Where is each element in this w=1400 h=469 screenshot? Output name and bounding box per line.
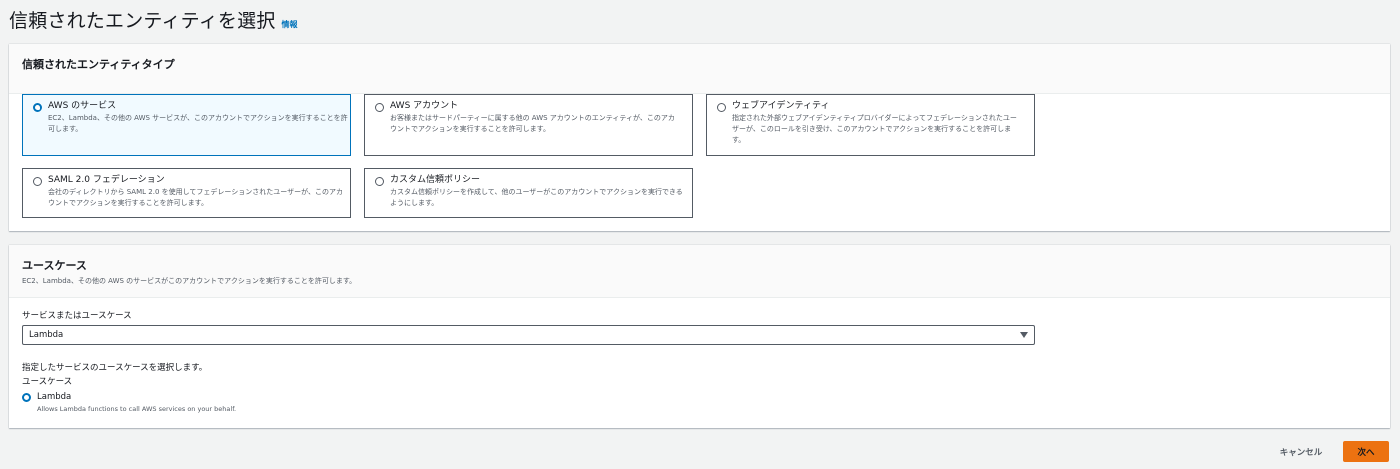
entity-type-heading: 信頼されたエンティティタイプ — [22, 58, 175, 71]
caret-down-icon — [1020, 332, 1028, 338]
tile-custom-trust-policy[interactable]: カスタム信頼ポリシー カスタム信頼ポリシーを作成して、他のユーザーがこのアカウン… — [364, 168, 693, 218]
trusted-entity-type-panel: 信頼されたエンティティタイプ AWS のサービス EC2、Lambda、その他の… — [9, 44, 1390, 231]
next-button[interactable]: 次へ — [1343, 441, 1389, 462]
tile-aws-service[interactable]: AWS のサービス EC2、Lambda、その他の AWS サービスが、このアカ… — [22, 94, 351, 156]
tile-title: SAML 2.0 フェデレーション — [48, 175, 165, 185]
page-title-row: 信頼されたエンティティを選択 情報 — [9, 6, 298, 32]
tile-desc: お客様またはサードパーティーに属する他の AWS アカウントのエンティティが、こ… — [390, 114, 675, 133]
cancel-button[interactable]: キャンセル — [1270, 442, 1332, 462]
info-link[interactable]: 情報 — [282, 19, 298, 30]
tile-desc: 指定された外部ウェブアイデンティティプロバイダーによってフェデレーションされたユ… — [732, 114, 1017, 144]
use-case-description: EC2、Lambda、その他の AWS のサービスがこのアカウントでアクションを… — [22, 277, 357, 285]
radio-aws-service[interactable] — [33, 103, 42, 112]
tile-title: AWS のサービス — [48, 101, 117, 111]
tile-web-identity[interactable]: ウェブアイデンティティ 指定された外部ウェブアイデンティティプロバイダーによって… — [706, 94, 1035, 156]
use-case-label: ユースケース — [22, 377, 73, 387]
tile-title: ウェブアイデンティティ — [732, 101, 830, 111]
tile-desc: 会社のディレクトリから SAML 2.0 を使用してフェデレーションされたユーザ… — [48, 188, 343, 207]
radio-aws-account[interactable] — [375, 103, 384, 112]
choose-use-case-label: 指定したサービスのユースケースを選択します。 — [22, 363, 208, 373]
tile-title: カスタム信頼ポリシー — [390, 175, 481, 185]
tile-desc: EC2、Lambda、その他の AWS サービスが、このアカウントでアクションを… — [48, 114, 348, 133]
service-label: サービスまたはユースケース — [22, 311, 132, 321]
page-title: 信頼されたエンティティを選択 — [9, 10, 276, 32]
radio-custom-trust-policy[interactable] — [375, 177, 384, 186]
use-case-header: ユースケース EC2、Lambda、その他の AWS のサービスがこのアカウント… — [9, 245, 1390, 298]
use-case-panel: ユースケース EC2、Lambda、その他の AWS のサービスがこのアカウント… — [9, 245, 1390, 428]
lambda-option-label: Lambda — [37, 392, 72, 402]
service-select[interactable]: Lambda — [22, 325, 1035, 345]
radio-lambda[interactable] — [22, 393, 31, 402]
radio-saml-federation[interactable] — [33, 177, 42, 186]
tile-saml-federation[interactable]: SAML 2.0 フェデレーション 会社のディレクトリから SAML 2.0 を… — [22, 168, 351, 218]
panel-header: 信頼されたエンティティタイプ — [9, 44, 1390, 94]
tile-title: AWS アカウント — [390, 101, 459, 111]
radio-web-identity[interactable] — [717, 103, 726, 112]
use-case-heading: ユースケース — [22, 259, 87, 272]
service-select-value: Lambda — [29, 330, 64, 340]
tile-aws-account[interactable]: AWS アカウント お客様またはサードパーティーに属する他の AWS アカウント… — [364, 94, 693, 156]
lambda-option-desc: Allows Lambda functions to call AWS serv… — [37, 405, 237, 413]
tile-desc: カスタム信頼ポリシーを作成して、他のユーザーがこのアカウントでアクションを実行で… — [390, 188, 683, 207]
